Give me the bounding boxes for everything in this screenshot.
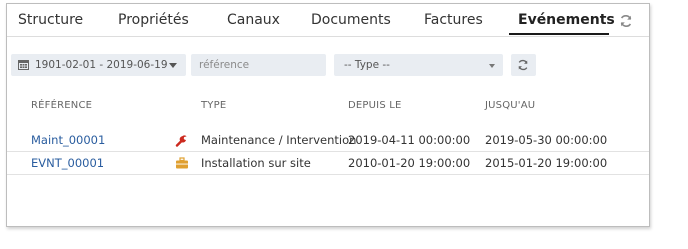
column-header-until[interactable]: JUSQU'AU	[485, 100, 535, 111]
tab-bar: Structure Propriétés Canaux Documents Fa…	[7, 4, 649, 37]
reset-filters-button[interactable]	[511, 54, 536, 76]
reference-link[interactable]: Maint_00001	[31, 133, 105, 147]
reference-placeholder: référence	[199, 59, 250, 71]
table-row[interactable]: EVNT_00001 Installation sur site 2010-01…	[7, 152, 649, 175]
date-range-picker[interactable]: 1901-02-01 - 2019-06-19	[11, 54, 186, 76]
type-select-value: -- Type --	[344, 59, 390, 71]
since-cell: 2019-04-11 00:00:00	[348, 133, 471, 147]
tab-canaux[interactable]: Canaux	[227, 12, 280, 28]
until-cell: 2019-05-30 00:00:00	[485, 133, 608, 147]
refresh-icon[interactable]	[619, 13, 633, 27]
reference-input[interactable]: référence	[191, 54, 326, 76]
wrench-icon	[175, 132, 189, 147]
type-select[interactable]: -- Type --	[334, 54, 503, 76]
chevron-down-icon	[489, 64, 495, 68]
events-panel: Structure Propriétés Canaux Documents Fa…	[6, 3, 650, 227]
tab-evenements[interactable]: Evénements	[518, 12, 615, 28]
filter-bar: 1901-02-01 - 2019-06-19 référence -- Typ…	[7, 37, 649, 89]
reference-link[interactable]: EVNT_00001	[31, 156, 104, 170]
tab-documents[interactable]: Documents	[311, 12, 391, 28]
tab-proprietes[interactable]: Propriétés	[118, 12, 189, 28]
active-tab-indicator	[509, 33, 609, 35]
column-header-reference[interactable]: RÉFÉRENCE	[31, 100, 92, 111]
tab-structure[interactable]: Structure	[18, 12, 83, 28]
tab-factures[interactable]: Factures	[424, 12, 483, 28]
date-range-value: 1901-02-01 - 2019-06-19	[35, 59, 168, 71]
type-cell: Maintenance / Intervention	[201, 133, 357, 147]
type-cell: Installation sur site	[201, 156, 311, 170]
briefcase-icon	[175, 155, 189, 169]
column-header-type[interactable]: TYPE	[201, 100, 226, 111]
until-cell: 2015-01-20 19:00:00	[485, 156, 608, 170]
table-row[interactable]: Maint_00001 Maintenance / Intervention 2…	[7, 129, 649, 152]
calendar-icon	[18, 59, 29, 70]
column-header-since[interactable]: DEPUIS LE	[348, 100, 402, 111]
chevron-down-icon	[169, 63, 177, 68]
since-cell: 2010-01-20 19:00:00	[348, 156, 471, 170]
refresh-icon	[517, 59, 529, 71]
